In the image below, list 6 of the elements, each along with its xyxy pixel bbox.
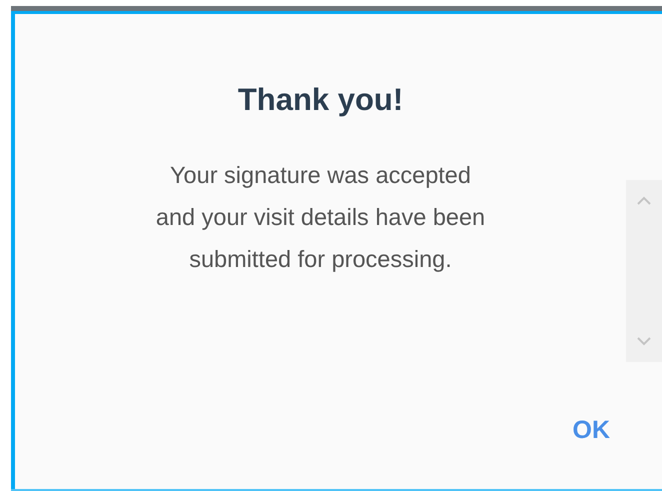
dialog-message: Your signature was accepted and your visit details have been submitted for processing. [156,161,486,274]
scrollbar[interactable] [626,180,662,362]
scroll-down-icon[interactable] [637,337,651,346]
dialog-title: Thank you! [238,82,404,118]
ok-button[interactable]: OK [566,412,616,449]
scroll-up-icon[interactable] [637,196,651,205]
